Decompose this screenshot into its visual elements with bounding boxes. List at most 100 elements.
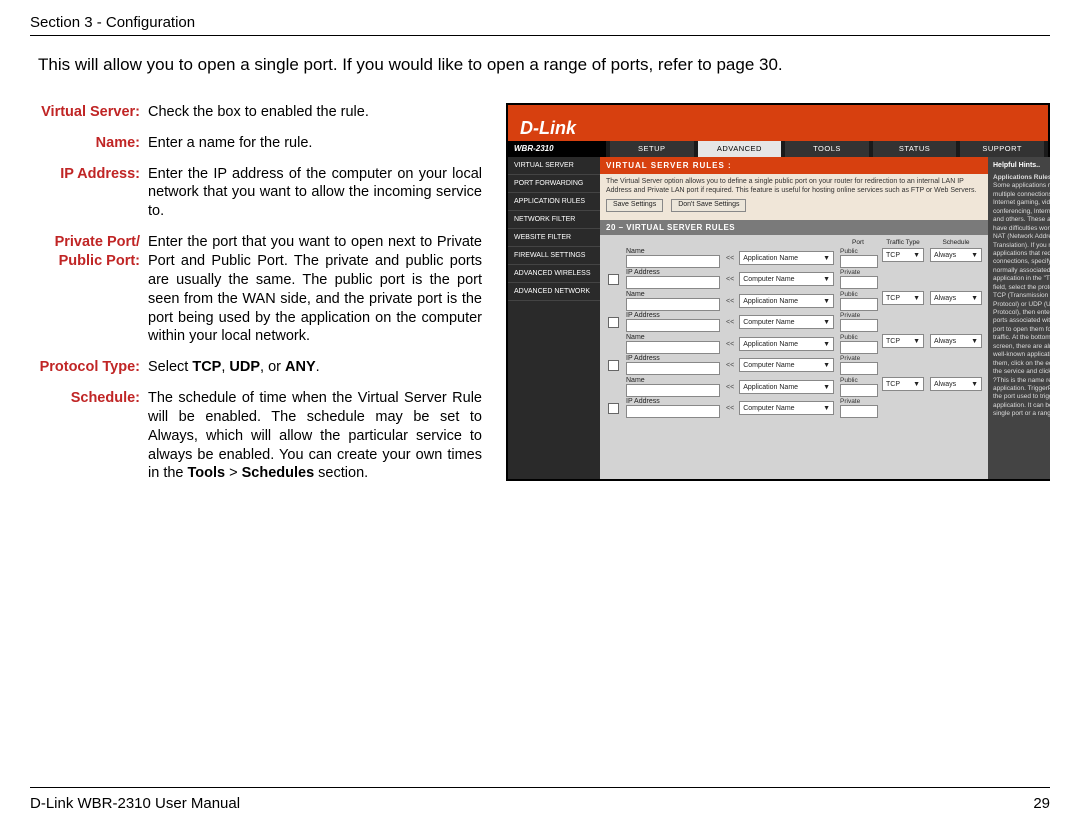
rules-description: The Virtual Server option allows you to …	[600, 174, 988, 220]
schedule-select[interactable]: Always▼	[930, 248, 982, 262]
def-label-schedule: Schedule:	[30, 389, 148, 483]
sidebar: VIRTUAL SERVER PORT FORWARDING APPLICATI…	[508, 157, 600, 479]
enable-rule-checkbox[interactable]	[608, 360, 619, 371]
copy-app-button[interactable]: <<	[724, 255, 736, 262]
row-ip-label: IP Address	[626, 398, 718, 405]
private-port-input[interactable]	[840, 362, 878, 375]
dont-save-settings-button[interactable]: Don't Save Settings	[671, 199, 746, 212]
col-schedule: Schedule	[930, 239, 982, 246]
enable-rule-checkbox[interactable]	[608, 403, 619, 414]
copy-app-button[interactable]: <<	[724, 298, 736, 305]
row-name-label: Name	[626, 291, 718, 298]
name-input[interactable]	[626, 384, 720, 397]
hints-body: Some applications require multiple conne…	[993, 182, 1050, 418]
tab-advanced[interactable]: ADVANCED	[698, 141, 782, 157]
computer-name-select[interactable]: Computer Name▼	[739, 315, 834, 329]
ip-address-input[interactable]	[626, 362, 720, 375]
copy-computer-button[interactable]: <<	[724, 405, 736, 412]
enable-rule-checkbox[interactable]	[608, 317, 619, 328]
sidebar-item-advanced-wireless[interactable]: ADVANCED WIRELESS	[508, 265, 600, 283]
private-port-input[interactable]	[840, 405, 878, 418]
helpful-hints-panel: Helpful Hints.. Applications Rules : Som…	[988, 157, 1050, 479]
sidebar-item-website-filter[interactable]: WEBSITE FILTER	[508, 229, 600, 247]
row-name-label: Name	[626, 334, 718, 341]
application-name-select[interactable]: Application Name▼	[739, 251, 834, 265]
name-input[interactable]	[626, 255, 720, 268]
traffic-type-select[interactable]: TCP▼	[882, 248, 924, 262]
computer-name-select[interactable]: Computer Name▼	[739, 401, 834, 415]
private-label: Private	[840, 355, 876, 362]
sidebar-item-application-rules[interactable]: APPLICATION RULES	[508, 193, 600, 211]
def-text: The schedule of time when the Virtual Se…	[148, 389, 482, 483]
schedule-select[interactable]: Always▼	[930, 291, 982, 305]
private-label: Private	[840, 312, 876, 319]
row-ip-label: IP Address	[626, 355, 718, 362]
application-name-select[interactable]: Application Name▼	[739, 380, 834, 394]
schedule-select[interactable]: Always▼	[930, 377, 982, 391]
computer-name-select[interactable]: Computer Name▼	[739, 358, 834, 372]
traffic-type-select[interactable]: TCP▼	[882, 291, 924, 305]
row-ip-label: IP Address	[626, 269, 718, 276]
copy-app-button[interactable]: <<	[724, 341, 736, 348]
tab-setup[interactable]: SETUP	[610, 141, 694, 157]
row-name-label: Name	[626, 248, 718, 255]
copy-computer-button[interactable]: <<	[724, 319, 736, 326]
ip-address-input[interactable]	[626, 276, 720, 289]
private-label: Private	[840, 269, 876, 276]
def-label-virtual-server: Virtual Server:	[30, 103, 148, 122]
application-name-select[interactable]: Application Name▼	[739, 337, 834, 351]
private-port-input[interactable]	[840, 276, 878, 289]
tab-tools[interactable]: TOOLS	[785, 141, 869, 157]
schedule-select[interactable]: Always▼	[930, 334, 982, 348]
tab-support[interactable]: SUPPORT	[960, 141, 1044, 157]
col-port: Port	[840, 239, 876, 246]
application-name-select[interactable]: Application Name▼	[739, 294, 834, 308]
def-text: Select TCP, UDP, or ANY.	[148, 358, 482, 377]
sidebar-item-firewall-settings[interactable]: FIREWALL SETTINGS	[508, 247, 600, 265]
ip-address-input[interactable]	[626, 319, 720, 332]
grid-title: 20 – VIRTUAL SERVER RULES	[600, 220, 988, 235]
col-traffic: Traffic Type	[882, 239, 924, 246]
ip-address-input[interactable]	[626, 405, 720, 418]
public-port-input[interactable]	[840, 384, 878, 397]
def-text: Check the box to enabled the rule.	[148, 103, 482, 122]
public-port-input[interactable]	[840, 255, 878, 268]
footer-divider	[30, 787, 1050, 788]
private-label: Private	[840, 398, 876, 405]
def-label-private-public-port: Private Port/ Public Port:	[30, 233, 148, 346]
footer-page-number: 29	[1033, 795, 1050, 812]
traffic-type-select[interactable]: TCP▼	[882, 334, 924, 348]
def-label-name: Name:	[30, 134, 148, 153]
definitions-list: Virtual Server: Check the box to enabled…	[30, 103, 482, 495]
tab-status[interactable]: STATUS	[873, 141, 957, 157]
public-label: Public	[840, 291, 876, 298]
enable-rule-checkbox[interactable]	[608, 274, 619, 285]
hints-subtitle: Applications Rules :	[993, 174, 1050, 182]
save-settings-button[interactable]: Save Settings	[606, 199, 663, 212]
row-ip-label: IP Address	[626, 312, 718, 319]
sidebar-item-port-forwarding[interactable]: PORT FORWARDING	[508, 175, 600, 193]
copy-computer-button[interactable]: <<	[724, 362, 736, 369]
sidebar-item-virtual-server[interactable]: VIRTUAL SERVER	[508, 157, 600, 175]
public-label: Public	[840, 248, 876, 255]
section-header: Section 3 - Configuration	[30, 14, 1050, 36]
copy-computer-button[interactable]: <<	[724, 276, 736, 283]
rules-desc-text: The Virtual Server option allows you to …	[606, 178, 976, 194]
public-port-input[interactable]	[840, 341, 878, 354]
hints-title: Helpful Hints..	[993, 161, 1050, 170]
traffic-type-select[interactable]: TCP▼	[882, 377, 924, 391]
def-text: Enter the port that you want to open nex…	[148, 233, 482, 346]
private-port-input[interactable]	[840, 319, 878, 332]
sidebar-item-network-filter[interactable]: NETWORK FILTER	[508, 211, 600, 229]
public-label: Public	[840, 377, 876, 384]
copy-app-button[interactable]: <<	[724, 384, 736, 391]
name-input[interactable]	[626, 298, 720, 311]
computer-name-select[interactable]: Computer Name▼	[739, 272, 834, 286]
def-label-protocol-type: Protocol Type:	[30, 358, 148, 377]
footer-manual-title: D-Link WBR-2310 User Manual	[30, 795, 240, 812]
name-input[interactable]	[626, 341, 720, 354]
rules-title-bar: VIRTUAL SERVER RULES :	[600, 157, 988, 174]
public-port-input[interactable]	[840, 298, 878, 311]
sidebar-item-advanced-network[interactable]: ADVANCED NETWORK	[508, 283, 600, 301]
def-text: Enter the IP address of the computer on …	[148, 165, 482, 222]
